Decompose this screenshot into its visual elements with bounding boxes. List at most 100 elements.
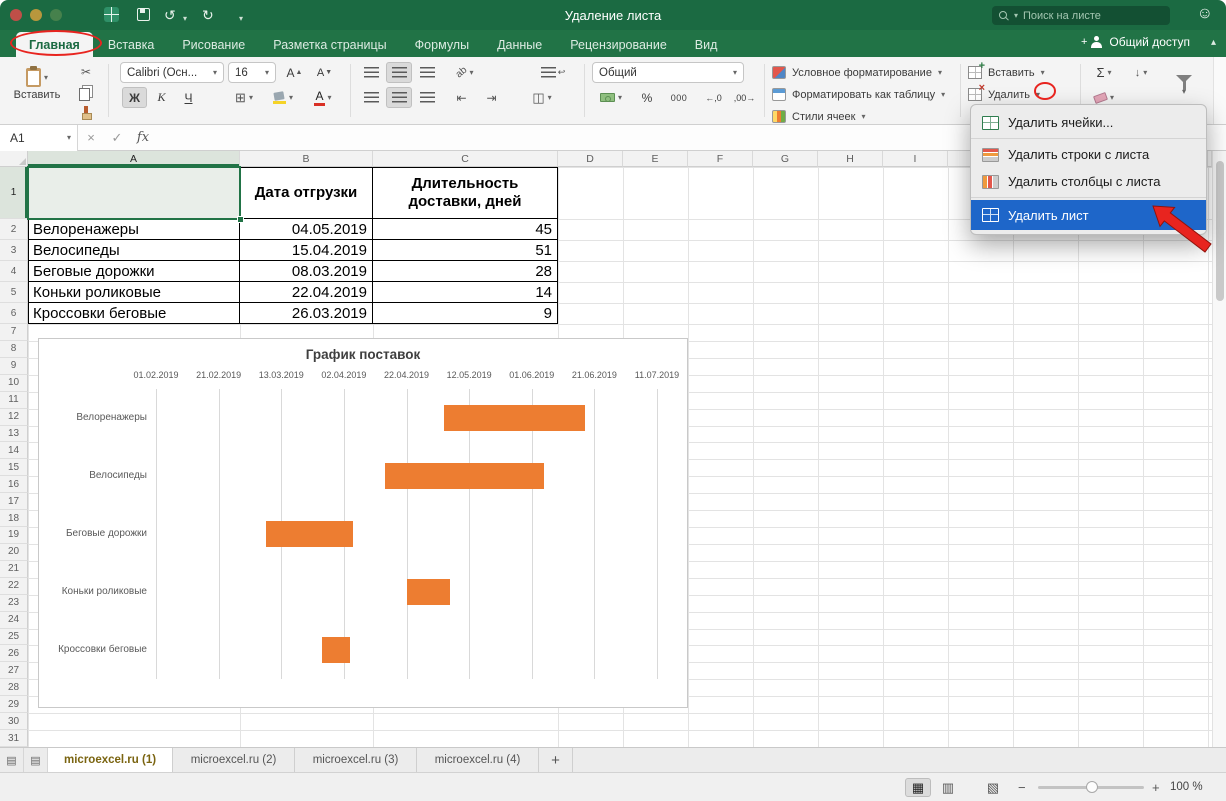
borders-button[interactable]: ⊞▾: [226, 87, 262, 108]
row-header-16[interactable]: 16: [0, 476, 28, 493]
row-header-20[interactable]: 20: [0, 544, 28, 561]
cell-C1[interactable]: Длительность доставки, дней: [373, 167, 558, 219]
sheet-nav-left-button[interactable]: ▤: [0, 748, 24, 772]
wrap-text-button[interactable]: ↩: [536, 62, 570, 83]
cell-B3[interactable]: 15.04.2019: [240, 240, 373, 261]
scrollbar-thumb[interactable]: [1216, 161, 1224, 301]
zoom-slider-thumb[interactable]: [1086, 781, 1098, 793]
toolbar-more-icon[interactable]: ▾: [239, 11, 243, 27]
row-header-28[interactable]: 28: [0, 679, 28, 696]
row-header-26[interactable]: 26: [0, 645, 28, 662]
ribbon-tab-review[interactable]: Рецензирование: [557, 32, 680, 57]
delete-cells-button[interactable]: Удалить▾: [968, 85, 1040, 104]
zoom-out-button[interactable]: −: [1018, 780, 1026, 795]
row-header-22[interactable]: 22: [0, 578, 28, 595]
cell-A3[interactable]: Велосипеды: [28, 240, 240, 261]
row-header-13[interactable]: 13: [0, 426, 28, 443]
ribbon-tab-data[interactable]: Данные: [484, 32, 555, 57]
paste-dropdown-icon[interactable]: ▾: [44, 73, 48, 82]
row-header-11[interactable]: 11: [0, 392, 28, 409]
minimize-button[interactable]: [30, 9, 42, 21]
redo-button[interactable]: ↻: [202, 7, 214, 23]
align-bottom-button[interactable]: [414, 62, 440, 83]
cell-A2[interactable]: Велоренажеры: [28, 219, 240, 240]
paste-button[interactable]: ▾ Вставить: [8, 60, 66, 108]
underline-button[interactable]: Ч: [176, 87, 201, 108]
align-middle-button[interactable]: [386, 62, 412, 83]
column-header-B[interactable]: B: [240, 151, 373, 167]
row-header-27[interactable]: 27: [0, 662, 28, 679]
column-header-I[interactable]: I: [883, 151, 948, 167]
feedback-smiley-icon[interactable]: ☺: [1197, 5, 1213, 23]
cell-A1[interactable]: [28, 167, 240, 219]
fill-color-button[interactable]: ▾: [265, 87, 301, 108]
row-header-8[interactable]: 8: [0, 341, 28, 358]
cell-B4[interactable]: 08.03.2019: [240, 261, 373, 282]
align-center-button[interactable]: [386, 87, 412, 108]
gantt-bar-4[interactable]: [407, 579, 451, 605]
row-header-25[interactable]: 25: [0, 629, 28, 646]
increase-font-button[interactable]: А▲: [281, 62, 308, 83]
cell-B6[interactable]: 26.03.2019: [240, 303, 373, 324]
format-painter-button[interactable]: [74, 103, 98, 122]
row-header-15[interactable]: 15: [0, 459, 28, 476]
column-header-G[interactable]: G: [753, 151, 818, 167]
selection-fill-handle[interactable]: [237, 216, 244, 223]
font-name-select[interactable]: Calibri (Осн...▾: [120, 62, 224, 83]
column-header-D[interactable]: D: [558, 151, 623, 167]
sheet-tab-4[interactable]: microexcel.ru (4): [417, 748, 539, 772]
gantt-bar-2[interactable]: [385, 463, 545, 489]
cell-C2[interactable]: 45: [373, 219, 558, 240]
row-header-19[interactable]: 19: [0, 527, 28, 544]
cancel-icon[interactable]: ×: [78, 130, 104, 145]
sheet-tab-1[interactable]: microexcel.ru (1): [48, 748, 173, 772]
sheet-tab-2[interactable]: microexcel.ru (2): [173, 748, 295, 772]
menu-item-delete-cells[interactable]: Удалить ячейки...: [971, 109, 1206, 136]
increase-decimal-button[interactable]: ←,0: [699, 87, 728, 108]
cell-C6[interactable]: 9: [373, 303, 558, 324]
delete-dropdown-icon[interactable]: ▾: [1036, 90, 1040, 99]
gantt-chart[interactable]: График поставок 01.02.201921.02.201913.0…: [38, 338, 688, 708]
merge-center-button[interactable]: ◫▾: [514, 87, 570, 108]
row-header-2[interactable]: 2: [0, 219, 28, 240]
row-header-14[interactable]: 14: [0, 442, 28, 459]
ribbon-tab-home[interactable]: Главная: [16, 32, 93, 57]
row-header-31[interactable]: 31: [0, 730, 28, 747]
column-header-A[interactable]: A: [28, 151, 240, 167]
gantt-bar-1[interactable]: [444, 405, 585, 431]
row-header-29[interactable]: 29: [0, 696, 28, 713]
menu-item-delete-columns[interactable]: Удалить столбцы с листа: [971, 168, 1206, 195]
ribbon-tab-insert[interactable]: Вставка: [95, 32, 167, 57]
cell-A4[interactable]: Беговые дорожки: [28, 261, 240, 282]
row-header-30[interactable]: 30: [0, 713, 28, 730]
font-size-select[interactable]: 16▾: [228, 62, 276, 83]
sheet-tab-3[interactable]: microexcel.ru (3): [295, 748, 417, 772]
column-header-H[interactable]: H: [818, 151, 883, 167]
row-header-21[interactable]: 21: [0, 561, 28, 578]
row-header-23[interactable]: 23: [0, 595, 28, 612]
page-layout-view-button[interactable]: ▥: [935, 778, 961, 797]
italic-button[interactable]: К: [149, 87, 174, 108]
align-left-button[interactable]: [358, 87, 384, 108]
currency-format-button[interactable]: ▾: [592, 87, 630, 108]
insert-cells-button[interactable]: Вставить▾: [968, 63, 1045, 82]
font-color-button[interactable]: А▾: [304, 87, 342, 108]
fill-button[interactable]: ↓▾: [1126, 62, 1156, 83]
percent-format-button[interactable]: %: [634, 87, 660, 108]
row-header-3[interactable]: 3: [0, 240, 28, 261]
collapse-ribbon-icon[interactable]: ▴: [1211, 37, 1216, 48]
decrease-decimal-button[interactable]: ,00→: [730, 87, 759, 108]
cell-styles-button[interactable]: Стили ячеек▾: [772, 107, 866, 126]
select-all-corner[interactable]: [0, 151, 28, 167]
column-header-E[interactable]: E: [623, 151, 688, 167]
cell-A6[interactable]: Кроссовки беговые: [28, 303, 240, 324]
insert-dropdown-icon[interactable]: ▾: [1041, 68, 1045, 77]
name-box-chevron-icon[interactable]: ▾: [67, 133, 71, 142]
zoom-slider[interactable]: [1038, 786, 1144, 789]
cell-B2[interactable]: 04.05.2019: [240, 219, 373, 240]
conditional-formatting-button[interactable]: Условное форматирование▾: [772, 63, 942, 82]
text-orientation-button[interactable]: ab▾: [448, 62, 482, 83]
format-as-table-button[interactable]: Форматировать как таблицу▾: [772, 85, 945, 104]
page-break-view-button[interactable]: ▧: [980, 778, 1006, 797]
row-header-18[interactable]: 18: [0, 510, 28, 527]
